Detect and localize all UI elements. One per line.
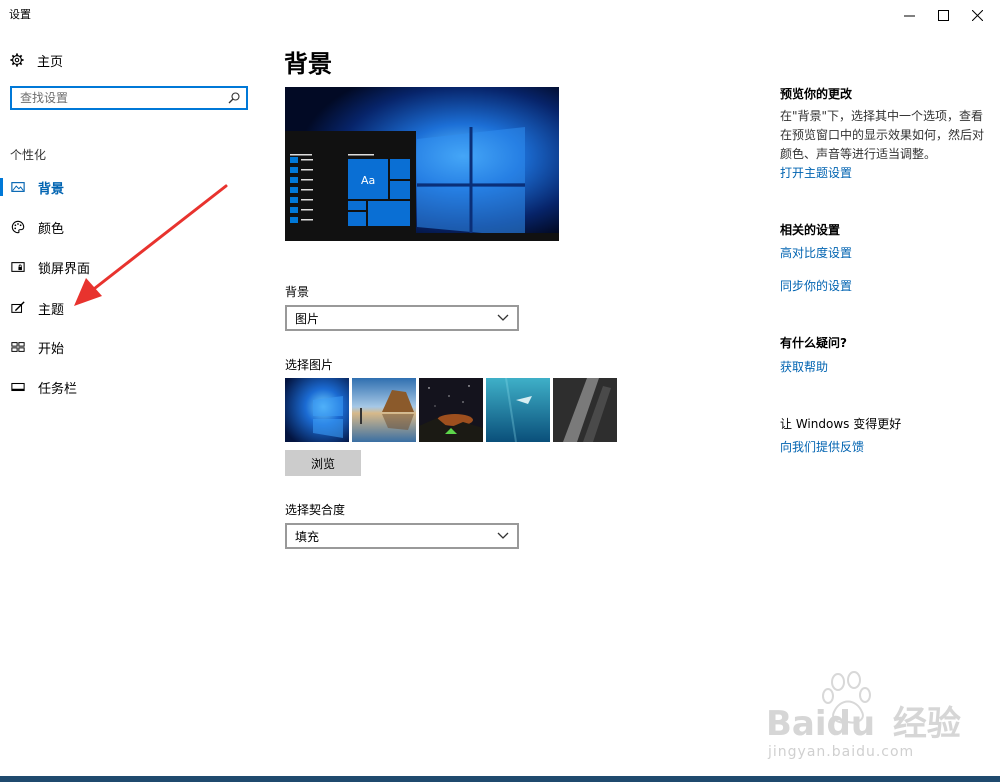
browse-button[interactable]: 浏览 [285,450,361,476]
background-type-value: 图片 [295,311,320,326]
close-button[interactable] [954,0,1000,30]
sidebar-item-home[interactable]: 主页 [10,48,63,72]
watermark-cn: 经验 [892,704,961,744]
background-preview: Aa [285,87,559,241]
sidebar-item-label: 开始 [38,341,65,357]
get-help-link[interactable]: 获取帮助 [780,358,828,375]
start-tiles-icon [11,342,25,352]
search-input[interactable] [12,88,228,108]
chevron-down-icon [497,532,509,539]
close-icon [971,9,983,21]
image-icon [11,182,25,192]
preview-tile-text: Aa [361,174,375,187]
open-theme-settings-link[interactable]: 打开主题设置 [780,164,852,181]
picture-thumbnail-underwater[interactable] [486,378,550,442]
improve-windows-heading: 让 Windows 变得更好 [780,417,902,431]
search-icon [228,92,240,104]
picture-thumbnail-beach[interactable] [352,378,416,442]
sync-settings-link[interactable]: 同步你的设置 [780,277,852,294]
feedback-link[interactable]: 向我们提供反馈 [780,438,864,455]
chevron-down-icon [497,314,509,321]
picture-thumbnail-rock[interactable] [553,378,617,442]
maximize-icon [937,9,949,21]
choose-picture-label: 选择图片 [285,358,334,372]
baidu-watermark: Baidu 经验 jingyan.baidu.com [762,668,992,778]
high-contrast-link[interactable]: 高对比度设置 [780,244,852,261]
preview-heading: 预览你的更改 [780,87,853,101]
wallpaper-beach-thumbnail [352,378,416,442]
picture-thumbnail-night-sky[interactable] [419,378,483,442]
page-title: 背景 [284,50,332,78]
preview-description: 在"背景"下，选择其中一个选项，查看在预览窗口中的显示效果如何，然后对颜色、声音… [780,109,985,161]
watermark-brand: Baidu [766,704,876,744]
annotation-arrow [74,184,228,306]
gear-icon [10,53,24,67]
section-label-personalization: 个性化 [10,148,47,162]
wallpaper-windows-thumbnail [285,378,349,442]
window-title: 设置 [9,8,31,21]
sidebar-item-taskbar[interactable]: 任务栏 [0,372,250,402]
bottom-edge [0,776,1000,782]
minimize-icon [903,15,915,16]
fit-dropdown[interactable]: 填充 [285,523,519,549]
fit-label: 选择契合度 [285,503,346,517]
sidebar-item-start[interactable]: 开始 [0,332,250,362]
palette-icon [11,220,25,234]
picture-thumbnail-windows[interactable] [285,378,349,442]
wallpaper-rock-thumbnail [553,378,617,442]
lock-screen-icon [11,262,25,272]
related-settings-heading: 相关的设置 [780,223,841,237]
active-indicator [0,178,3,196]
question-heading: 有什么疑问? [780,336,847,350]
wallpaper-underwater-thumbnail [486,378,550,442]
background-label: 背景 [285,285,310,299]
sidebar-item-label: 任务栏 [38,381,78,397]
search-box[interactable] [10,86,248,110]
title-bar: 设置 [0,0,1000,30]
wallpaper-night-sky-thumbnail [419,378,483,442]
theme-brush-icon [11,301,25,313]
home-label: 主页 [37,54,64,70]
background-type-dropdown[interactable]: 图片 [285,305,519,331]
windows-wallpaper-preview: Aa [285,87,559,241]
fit-value: 填充 [295,529,320,544]
watermark-url: jingyan.baidu.com [768,744,915,760]
taskbar-icon [11,382,25,392]
